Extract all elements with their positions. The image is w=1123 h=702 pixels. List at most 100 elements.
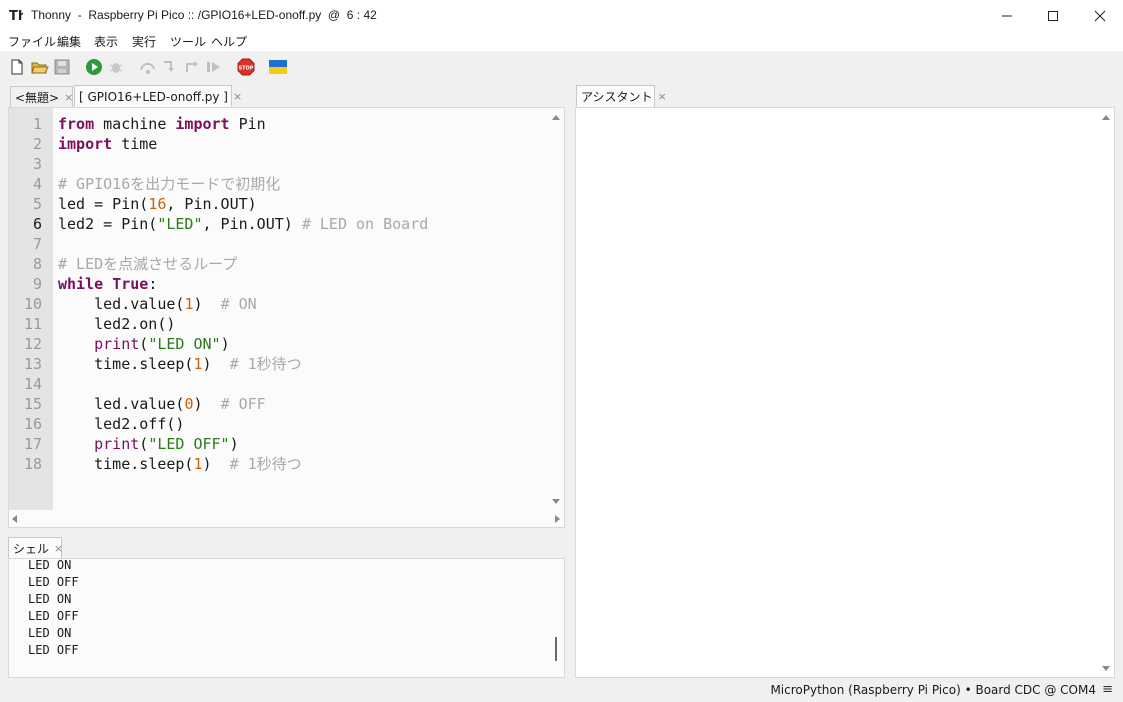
thonny-app-icon: Th	[9, 9, 23, 22]
tab-untitled[interactable]: <無題> ×	[10, 86, 73, 107]
line-number-gutter: 1 2 3 4 5 6 7 8 9 10 11 12 13 14 15 16 1…	[9, 108, 53, 510]
line-number-current: 6	[32, 215, 42, 233]
stop-button[interactable]: STOP	[236, 57, 256, 77]
code-line[interactable]: print("LED ON")	[58, 334, 229, 354]
code-line[interactable]: # GPIO16を出力モードで初期化	[58, 174, 280, 194]
interpreter-status[interactable]: MicroPython (Raspberry Pi Pico) • Board …	[770, 683, 1096, 697]
code-line[interactable]: while True:	[58, 274, 157, 294]
tab-close-icon[interactable]: ×	[658, 90, 667, 103]
close-button[interactable]	[1077, 0, 1123, 31]
shell-panel[interactable]: LED ON LED OFF LED ON LED OFF LED ON LED…	[8, 558, 565, 678]
line-number: 13	[23, 355, 42, 373]
debug-button[interactable]	[106, 57, 126, 77]
code-line[interactable]: led2.off()	[58, 414, 184, 434]
shell-output-line: LED OFF	[28, 575, 79, 589]
line-number: 4	[32, 175, 42, 193]
line-number: 7	[32, 235, 42, 253]
code-line[interactable]: led2.on()	[58, 314, 175, 334]
tab-file-label: [ GPIO16+LED-onoff.py ]	[79, 89, 228, 104]
assistant-vertical-scrollbar[interactable]	[1098, 108, 1114, 677]
tab-assistant[interactable]: アシスタント ×	[576, 85, 667, 107]
tab-close-icon[interactable]: ×	[233, 90, 242, 103]
line-number: 10	[23, 295, 42, 313]
step-out-icon	[186, 61, 198, 72]
minimize-button[interactable]	[984, 0, 1030, 31]
editor-horizontal-scrollbar[interactable]	[9, 510, 564, 527]
support-ukraine-button[interactable]	[268, 57, 288, 77]
maximize-button[interactable]	[1030, 0, 1076, 31]
status-bar: MicroPython (Raspberry Pi Pico) • Board …	[0, 679, 1123, 702]
tab-gpio16-led-onoff[interactable]: [ GPIO16+LED-onoff.py ] ×	[74, 85, 242, 107]
line-number: 16	[23, 415, 42, 433]
scroll-thumb-icon	[555, 637, 557, 661]
line-number: 2	[32, 135, 42, 153]
shell-vertical-scrollbar[interactable]	[548, 559, 564, 677]
tab-close-icon[interactable]: ×	[54, 542, 63, 555]
menu-run[interactable]: 実行	[132, 33, 156, 50]
line-number: 12	[23, 335, 42, 353]
status-menu-icon[interactable]: ≡	[1102, 682, 1113, 697]
resume-icon	[207, 62, 220, 72]
editor-vertical-scrollbar[interactable]	[548, 108, 564, 510]
line-number: 11	[23, 315, 42, 333]
tab-close-icon[interactable]: ×	[64, 91, 73, 104]
window-title: Thonny - Raspberry Pi Pico :: /GPIO16+LE…	[31, 8, 377, 22]
line-number: 5	[32, 195, 42, 213]
ukraine-flag-icon	[269, 60, 287, 74]
code-line[interactable]: # LEDを点滅させるループ	[58, 254, 237, 274]
open-folder-icon	[31, 62, 49, 74]
stop-icon: STOP	[237, 58, 255, 76]
code-line[interactable]: time.sleep(1) # 1秒待つ	[58, 454, 302, 474]
line-number: 8	[32, 255, 42, 273]
line-number: 17	[23, 435, 42, 453]
code-editor[interactable]: 1 2 3 4 5 6 7 8 9 10 11 12 13 14 15 16 1…	[8, 107, 565, 528]
menu-edit[interactable]: 編集	[57, 33, 81, 50]
menu-file[interactable]: ファイル	[8, 33, 56, 50]
menu-tools[interactable]: ツール	[170, 33, 206, 50]
tab-shell-label: シェル	[13, 542, 50, 556]
code-line[interactable]: led = Pin(16, Pin.OUT)	[58, 194, 257, 214]
scroll-arrows-icon	[1102, 115, 1110, 671]
tab-assistant-label: アシスタント	[581, 90, 653, 104]
step-into-button[interactable]	[160, 57, 180, 77]
code-line[interactable]: from machine import Pin	[58, 114, 266, 134]
save-icon	[54, 59, 70, 75]
scroll-arrows-icon	[552, 115, 560, 504]
shell-output-line: LED ON	[28, 592, 72, 606]
code-line[interactable]: led2 = Pin("LED", Pin.OUT) # LED on Boar…	[58, 214, 428, 234]
step-over-icon	[140, 62, 155, 74]
open-file-button[interactable]	[30, 57, 50, 77]
line-number: 14	[23, 375, 42, 393]
shell-output-line: LED ON	[28, 626, 72, 640]
step-out-button[interactable]	[182, 57, 202, 77]
debug-icon	[109, 63, 123, 73]
menu-view[interactable]: 表示	[94, 33, 118, 50]
run-icon	[86, 59, 102, 75]
toolbar: STOP	[0, 51, 1123, 84]
code-line[interactable]: led.value(1) # ON	[58, 294, 257, 314]
menu-help[interactable]: ヘルプ	[211, 33, 247, 50]
resume-button[interactable]	[204, 57, 224, 77]
assistant-panel	[575, 107, 1115, 678]
tab-shell[interactable]: シェル ×	[8, 537, 63, 559]
step-into-icon	[164, 61, 174, 72]
line-number: 18	[23, 455, 42, 473]
code-line[interactable]: print("LED OFF")	[58, 434, 239, 454]
code-line[interactable]: led.value(0) # OFF	[58, 394, 266, 414]
code-line[interactable]: time.sleep(1) # 1秒待つ	[58, 354, 302, 374]
save-button[interactable]	[52, 57, 72, 77]
run-button[interactable]	[84, 57, 104, 77]
new-file-icon	[11, 59, 23, 75]
svg-text:STOP: STOP	[239, 66, 254, 72]
minimize-icon	[1002, 15, 1012, 16]
new-file-button[interactable]	[7, 57, 27, 77]
scroll-arrows-icon	[12, 515, 560, 523]
step-over-button[interactable]	[138, 57, 158, 77]
shell-output-line: LED OFF	[28, 609, 79, 623]
maximize-icon	[1048, 10, 1058, 21]
shell-output-line: LED ON	[28, 558, 72, 572]
tab-untitled-label: <無題>	[15, 90, 60, 105]
line-number: 1	[32, 115, 42, 133]
code-line[interactable]: import time	[58, 134, 157, 154]
title-bar: Th Thonny - Raspberry Pi Pico :: /GPIO16…	[0, 0, 1123, 31]
